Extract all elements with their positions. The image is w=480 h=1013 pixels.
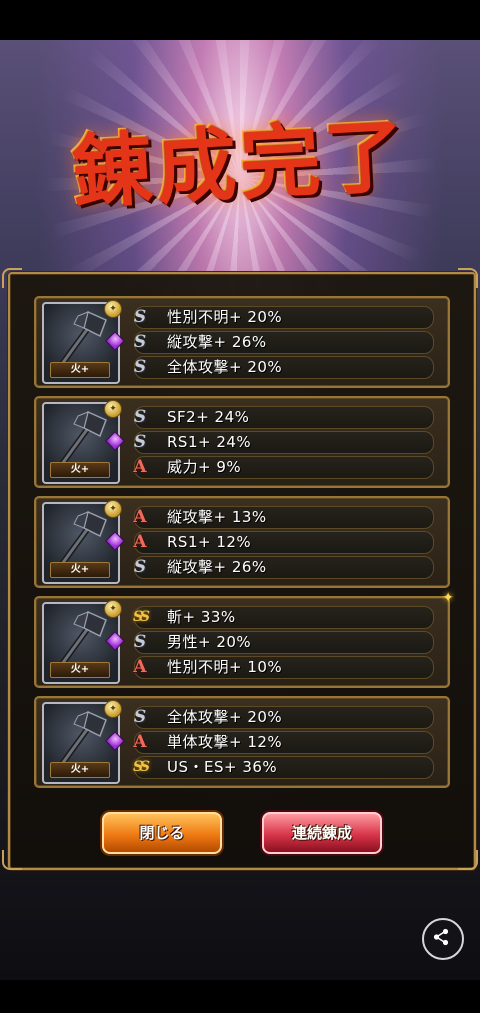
stat-row: A 性別不明+ 10%	[133, 656, 434, 679]
element-label: 火+	[50, 362, 110, 378]
rank-ss-icon: SS	[133, 609, 150, 625]
rarity-badge-icon: ✦	[104, 300, 122, 318]
share-icon	[433, 928, 449, 946]
rarity-badge-icon: ✦	[104, 500, 122, 518]
result-card: ✦ 火+ SS 斬+ 33% S 男性+ 20% A 性別不明+ 10%	[34, 590, 454, 688]
rank-a-icon: A	[133, 732, 147, 752]
stat-text: 性別不明+ 10%	[167, 658, 283, 676]
stat-text: 縦攻撃+ 26%	[167, 558, 267, 576]
rank-s-icon: S	[133, 332, 147, 352]
rank-s-icon: S	[133, 407, 147, 427]
frame-corner-ornament	[2, 850, 22, 870]
element-label: 火+	[50, 662, 110, 678]
rank-s-icon: S	[133, 557, 147, 577]
stat-text: 縦攻撃+ 26%	[167, 333, 267, 351]
stat-text: SF2+ 24%	[167, 408, 250, 426]
stat-text: 斬+ 33%	[167, 608, 236, 626]
continuous-refine-button[interactable]: 連続錬成	[262, 812, 382, 854]
rank-a-icon: A	[133, 507, 147, 527]
stat-row: A 威力+ 9%	[133, 456, 434, 479]
frame-corner-ornament	[458, 268, 478, 288]
rank-a-icon: A	[133, 532, 147, 552]
stat-text: 単体攻撃+ 12%	[167, 733, 283, 751]
stat-row: S SF2+ 24%	[134, 406, 434, 429]
stat-row: A 縦攻撃+ 13%	[133, 506, 434, 529]
stat-text: US・ES+ 36%	[167, 758, 278, 776]
stat-row: SS 斬+ 33%	[133, 606, 434, 629]
frame-corner-ornament	[2, 268, 22, 288]
close-button[interactable]: 閉じる	[102, 812, 222, 854]
stat-row: A 単体攻撃+ 12%	[133, 731, 434, 754]
stat-row: S 全体攻撃+ 20%	[134, 356, 434, 379]
rarity-badge-icon: ✦	[104, 600, 122, 618]
navigation-bar	[0, 980, 480, 1013]
result-card: ✦ 火+ S 全体攻撃+ 20% A 単体攻撃+ 12% SS US・ES+ 3…	[34, 696, 450, 788]
element-label: 火+	[50, 462, 110, 478]
stat-text: 男性+ 20%	[167, 633, 252, 651]
stat-text: 全体攻撃+ 20%	[167, 708, 283, 726]
stat-row: SS US・ES+ 36%	[133, 756, 434, 779]
stat-text: 全体攻撃+ 20%	[167, 358, 283, 376]
rank-ss-icon: SS	[133, 759, 150, 775]
stat-text: 性別不明+ 20%	[167, 308, 283, 326]
stat-row: S RS1+ 24%	[134, 431, 434, 454]
rank-a-icon: A	[133, 657, 147, 677]
stat-text: RS1+ 24%	[167, 433, 252, 451]
stat-row: S 男性+ 20%	[134, 631, 434, 654]
rank-a-icon: A	[133, 457, 147, 477]
status-bar	[0, 0, 480, 40]
result-card: ✦ 火+ S SF2+ 24% S RS1+ 24% A 威力+ 9%	[34, 396, 450, 488]
element-label: 火+	[50, 762, 110, 778]
stat-row: A RS1+ 12%	[133, 531, 434, 554]
stat-text: RS1+ 12%	[167, 533, 252, 551]
stat-text: 威力+ 9%	[167, 458, 242, 476]
rank-s-icon: S	[133, 707, 147, 727]
rarity-badge-icon: ✦	[104, 700, 122, 718]
stat-row: S 全体攻撃+ 20%	[134, 706, 434, 729]
result-card: ✦ 火+ A 縦攻撃+ 13% A RS1+ 12% S 縦攻撃+ 26%	[34, 496, 450, 588]
stat-row: S 性別不明+ 20%	[134, 306, 434, 329]
rank-s-icon: S	[133, 307, 147, 327]
stat-row: S 縦攻撃+ 26%	[134, 331, 434, 354]
share-button[interactable]	[422, 918, 464, 960]
rank-s-icon: S	[133, 357, 147, 377]
stat-row: S 縦攻撃+ 26%	[134, 556, 434, 579]
element-label: 火+	[50, 562, 110, 578]
frame-corner-ornament	[458, 850, 478, 870]
stat-text: 縦攻撃+ 13%	[167, 508, 267, 526]
rank-s-icon: S	[133, 432, 147, 452]
rarity-badge-icon: ✦	[104, 400, 122, 418]
result-card: ✦ 火+ S 性別不明+ 20% S 縦攻撃+ 26% S 全体攻撃+ 20%	[34, 296, 450, 388]
rank-s-icon: S	[133, 632, 147, 652]
